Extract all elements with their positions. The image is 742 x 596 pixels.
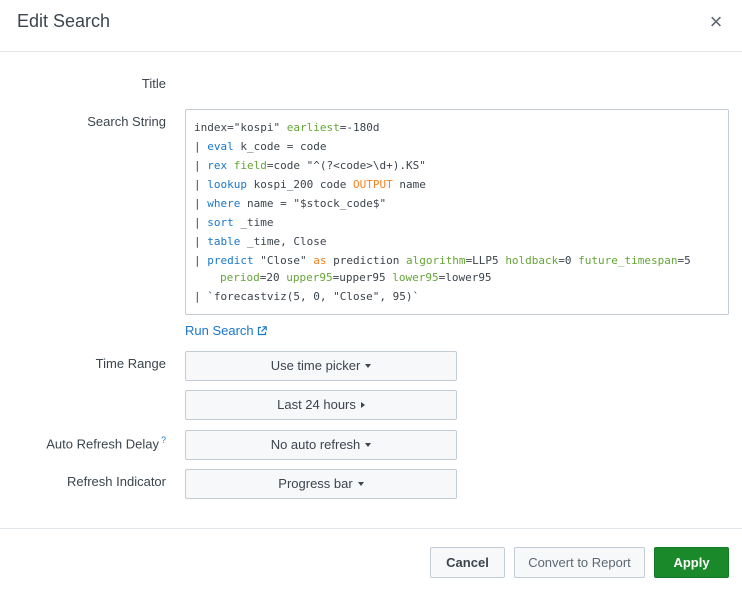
search-argument: period bbox=[220, 271, 260, 284]
time-range-button[interactable]: Last 24 hours bbox=[185, 390, 457, 420]
search-argument: future_timespan bbox=[578, 254, 678, 267]
search-text: | `forecastviz(5, 0, "Close", 95)` bbox=[194, 290, 420, 303]
search-command: where bbox=[207, 197, 241, 210]
search-argument: field bbox=[233, 159, 267, 172]
auto-refresh-value: No auto refresh bbox=[270, 437, 361, 452]
search-text: =0 bbox=[558, 254, 579, 267]
caret-down-icon bbox=[357, 482, 364, 486]
search-text: =LLP5 bbox=[465, 254, 506, 267]
external-link-icon bbox=[257, 326, 267, 336]
search-argument: lower95 bbox=[392, 271, 439, 284]
search-command: eval bbox=[207, 140, 234, 153]
time-range-label: Time Range bbox=[95, 356, 166, 371]
search-line: | sort _time bbox=[194, 213, 720, 232]
search-command: rex bbox=[207, 159, 228, 172]
search-text: k_code = code bbox=[233, 140, 327, 153]
run-search-label: Run Search bbox=[185, 323, 254, 338]
search-line: | eval k_code = code bbox=[194, 137, 720, 156]
search-text: "Close" bbox=[253, 254, 314, 267]
search-text: prediction bbox=[326, 254, 406, 267]
search-pipe: | bbox=[194, 254, 208, 267]
search-line: | table _time, Close bbox=[194, 232, 720, 251]
search-pipe: | bbox=[194, 140, 208, 153]
search-text: name = "$stock_code$" bbox=[240, 197, 387, 210]
refresh-indicator-value: Progress bar bbox=[278, 476, 353, 491]
time-picker-value: Use time picker bbox=[270, 358, 361, 373]
time-picker-dropdown[interactable]: Use time picker bbox=[185, 351, 457, 381]
convert-to-report-button[interactable]: Convert to Report bbox=[514, 547, 645, 578]
search-text: _time, Close bbox=[240, 235, 327, 248]
search-argument: algorithm bbox=[405, 254, 466, 267]
search-text: =5 bbox=[677, 254, 691, 267]
search-command: sort bbox=[207, 216, 234, 229]
search-argument: holdback bbox=[505, 254, 559, 267]
search-line: | `forecastviz(5, 0, "Close", 95)` bbox=[194, 287, 720, 306]
search-pipe: | bbox=[194, 216, 208, 229]
run-search-link[interactable]: Run Search bbox=[185, 323, 267, 338]
search-command: predict bbox=[207, 254, 254, 267]
search-pipe: | bbox=[194, 159, 208, 172]
auto-refresh-dropdown[interactable]: No auto refresh bbox=[185, 430, 457, 460]
search-text: =code "^(?<code>\d+).KS" bbox=[266, 159, 426, 172]
caret-down-icon bbox=[365, 364, 372, 368]
search-text: _time bbox=[233, 216, 274, 229]
search-pipe: | bbox=[194, 178, 208, 191]
search-text: =20 bbox=[259, 271, 287, 284]
auto-refresh-label-text: Auto Refresh Delay bbox=[46, 436, 159, 452]
search-pipe: | bbox=[194, 235, 208, 248]
help-icon[interactable]: ? bbox=[161, 435, 166, 445]
dialog-footer: Cancel Convert to Report Apply bbox=[0, 528, 742, 596]
search-text: =lower95 bbox=[438, 271, 492, 284]
search-keyword: as bbox=[313, 254, 327, 267]
search-line: index="kospi" earliest=-180d bbox=[194, 118, 720, 137]
search-argument: upper95 bbox=[286, 271, 333, 284]
search-line: | where name = "$stock_code$" bbox=[194, 194, 720, 213]
search-line: | lookup kospi_200 code OUTPUT name bbox=[194, 175, 720, 194]
edit-search-dialog: Edit Search × Title Search String index=… bbox=[0, 0, 742, 596]
refresh-indicator-label: Refresh Indicator bbox=[67, 474, 166, 489]
search-string-editor[interactable]: index="kospi" earliest=-180d | eval k_cod… bbox=[185, 109, 729, 315]
search-text: =upper95 bbox=[332, 271, 393, 284]
auto-refresh-label: Auto Refresh Delay? bbox=[46, 435, 166, 451]
cancel-button[interactable]: Cancel bbox=[430, 547, 505, 578]
search-text: kospi_200 code bbox=[247, 178, 353, 191]
search-line: period=20 upper95=upper95 lower95=lower9… bbox=[194, 268, 720, 287]
dialog-title: Edit Search bbox=[17, 11, 111, 31]
time-range-value: Last 24 hours bbox=[277, 397, 356, 412]
search-text bbox=[227, 159, 234, 172]
search-text: =-180d bbox=[339, 121, 380, 134]
search-string-label: Search String bbox=[87, 114, 166, 129]
search-argument: earliest bbox=[286, 121, 340, 134]
dialog-header: Edit Search × bbox=[0, 0, 742, 52]
search-line: | rex field=code "^(?<code>\d+).KS" bbox=[194, 156, 720, 175]
refresh-indicator-dropdown[interactable]: Progress bar bbox=[185, 469, 457, 499]
search-pipe: | bbox=[194, 197, 208, 210]
search-text: name bbox=[392, 178, 426, 191]
search-command: table bbox=[207, 235, 241, 248]
title-label: Title bbox=[141, 76, 166, 91]
search-text: index="kospi" bbox=[194, 121, 287, 134]
apply-button[interactable]: Apply bbox=[654, 547, 729, 578]
search-command: lookup bbox=[207, 178, 247, 191]
close-icon[interactable]: × bbox=[706, 11, 726, 33]
search-keyword: OUTPUT bbox=[352, 178, 393, 191]
caret-down-icon bbox=[365, 443, 372, 447]
caret-right-icon bbox=[360, 402, 365, 408]
